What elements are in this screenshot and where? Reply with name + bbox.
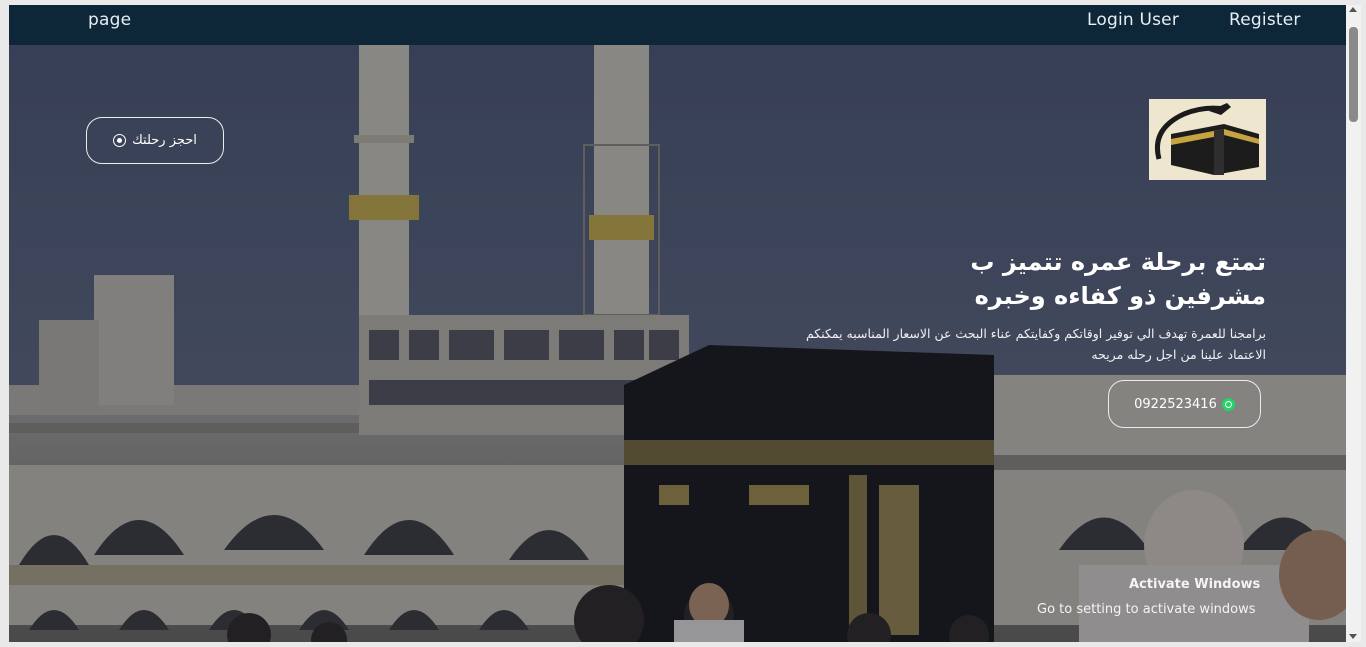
- book-trip-label: احجز رحلتك: [132, 133, 197, 148]
- whatsapp-phone-button[interactable]: 0922523416: [1108, 380, 1261, 428]
- scroll-down-arrow-icon[interactable]: [1349, 634, 1357, 639]
- scroll-thumb[interactable]: [1349, 27, 1358, 122]
- navbar: page Login User Register: [9, 5, 1346, 45]
- kaaba-logo: [1149, 99, 1266, 180]
- watermark-subtitle: Go to setting to activate windows: [1037, 602, 1256, 617]
- nav-login-link[interactable]: Login User: [1087, 10, 1179, 30]
- watermark-title: Activate Windows: [1129, 577, 1261, 592]
- web-page: page Login User Register احجز رحلتك تمتع…: [9, 5, 1346, 642]
- windows-activation-watermark: Activate Windows Go to setting to activa…: [1037, 577, 1260, 617]
- headline-line-2: مشرفين ذو كفاءه وخبره: [974, 282, 1266, 310]
- scroll-up-arrow-icon[interactable]: [1349, 7, 1357, 12]
- circle-dot-icon: [113, 134, 127, 147]
- hero-headline: تمتع برحلة عمره تتميز ب مشرفين ذو كفاءه …: [846, 245, 1266, 313]
- whatsapp-icon: [1221, 397, 1235, 411]
- headline-line-1: تمتع برحلة عمره تتميز ب: [970, 248, 1266, 276]
- description-line-1: برامجنا للعمرة تهدف الي توفير اوقاتكم وك…: [805, 326, 1266, 341]
- book-trip-button[interactable]: احجز رحلتك: [86, 117, 224, 164]
- vertical-scrollbar[interactable]: [1346, 5, 1361, 642]
- description-line-2: الاعتماد علينا من اجل رحله مريحه: [1091, 347, 1266, 362]
- phone-number: 0922523416: [1134, 396, 1217, 412]
- browser-frame: page Login User Register احجز رحلتك تمتع…: [0, 0, 1366, 647]
- nav-page-link[interactable]: page: [88, 10, 131, 30]
- nav-register-link[interactable]: Register: [1229, 10, 1301, 30]
- hero-description: برامجنا للعمرة تهدف الي توفير اوقاتكم وك…: [706, 323, 1266, 365]
- hero-section: احجز رحلتك تمتع برحلة عمره تتميز ب مشرفي…: [9, 45, 1346, 642]
